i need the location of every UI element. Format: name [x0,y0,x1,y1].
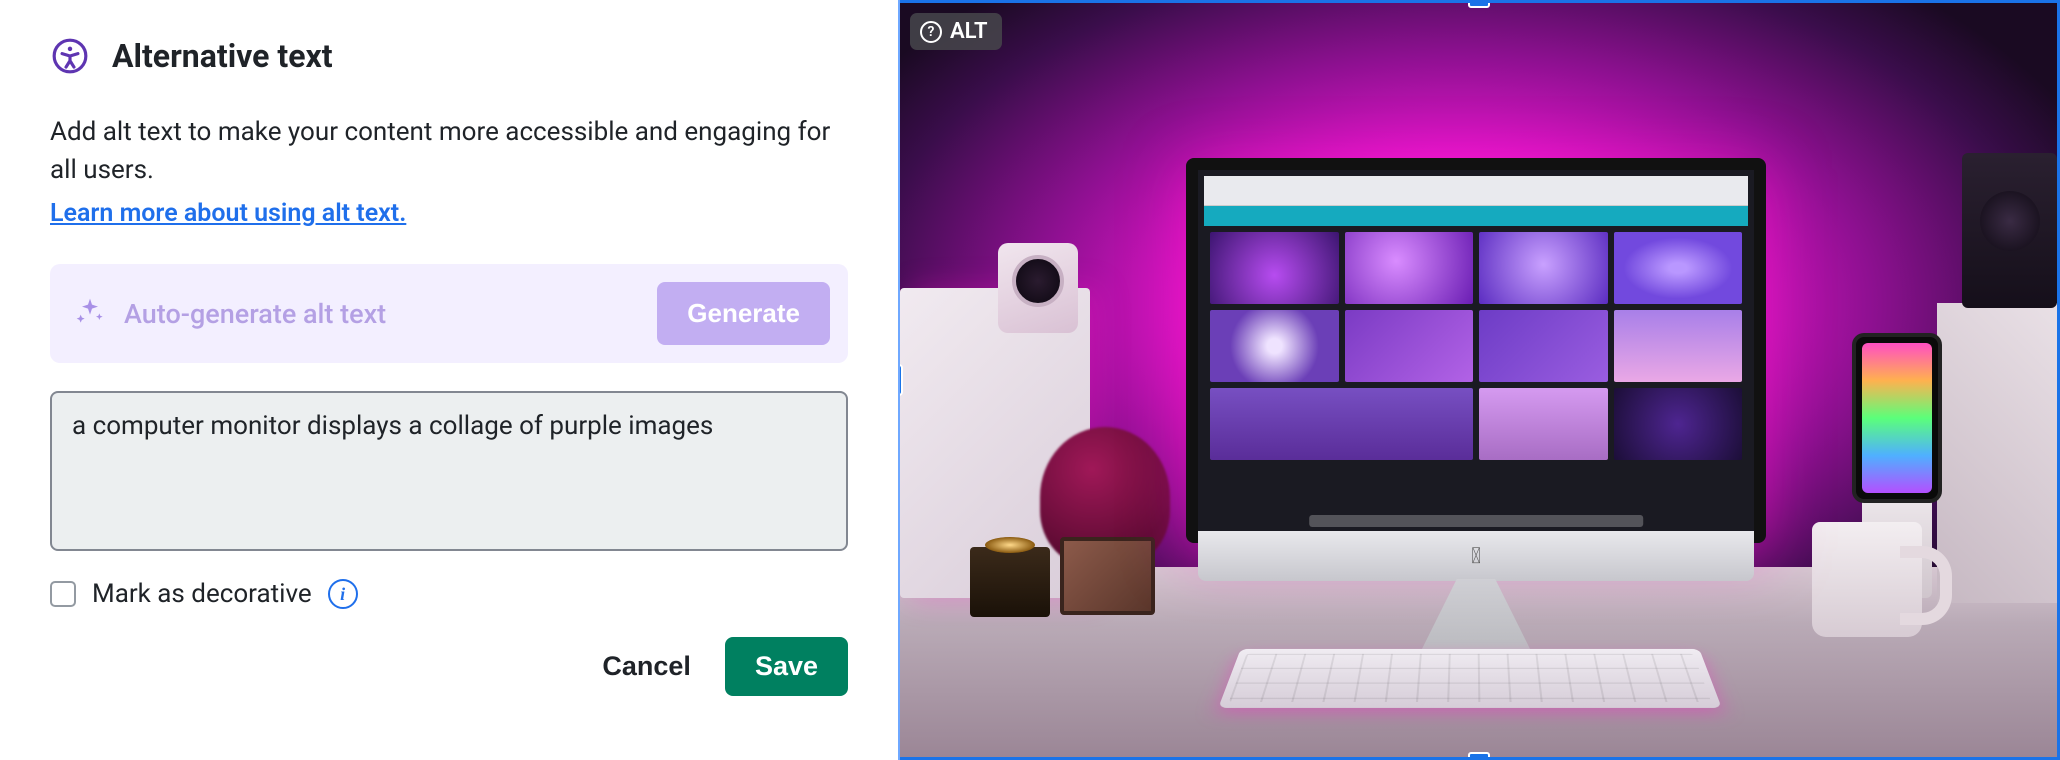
preview-image-content:  [900,3,2057,757]
selection-handle-left[interactable] [900,364,903,396]
alt-badge-label: ALT [950,19,988,44]
auto-generate-label: Auto-generate alt text [124,298,639,330]
learn-more-link[interactable]: Learn more about using alt text. [50,199,406,228]
accessibility-icon [50,36,90,76]
action-row: Cancel Save [50,637,848,696]
generate-button[interactable]: Generate [657,282,830,345]
info-icon[interactable]: i [328,579,358,609]
save-button[interactable]: Save [725,637,848,696]
alt-text-panel: Alternative text Add alt text to make yo… [0,0,900,760]
alt-text-input[interactable] [50,391,848,551]
selection-handle-bottom[interactable] [1468,752,1490,760]
sparkle-icon [74,296,106,332]
help-icon: ? [920,21,942,43]
auto-generate-bar: Auto-generate alt text Generate [50,264,848,363]
panel-title: Alternative text [112,37,333,75]
image-preview[interactable]: ? ALT  [900,0,2060,760]
decorative-label: Mark as decorative [92,579,312,609]
selection-handle-top[interactable] [1468,0,1490,8]
decorative-row: Mark as decorative i [50,579,848,609]
apple-logo-icon:  [1471,544,1481,569]
decorative-checkbox[interactable] [50,581,76,607]
panel-header: Alternative text [50,36,848,76]
cancel-button[interactable]: Cancel [592,637,701,696]
panel-description: Add alt text to make your content more a… [50,114,848,189]
alt-badge[interactable]: ? ALT [910,13,1002,50]
